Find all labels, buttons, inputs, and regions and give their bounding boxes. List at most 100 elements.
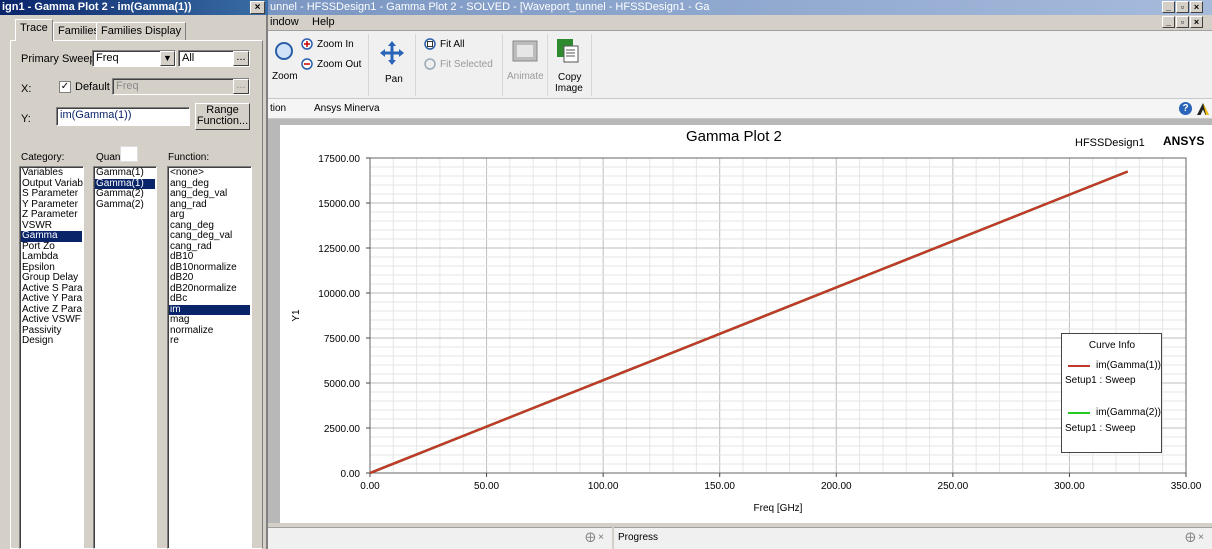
quantity-list-item[interactable]: Gamma(2) bbox=[95, 199, 155, 211]
progress-pane: Progress ⨁ × bbox=[614, 527, 1212, 549]
function-list-item[interactable]: arg bbox=[169, 209, 250, 221]
zoom-button[interactable] bbox=[270, 37, 294, 70]
ribbon-toolbar: Zoom Zoom In Zoom Out Pan Fit All Fit Se… bbox=[262, 31, 1212, 99]
x-label: X: bbox=[21, 83, 32, 95]
default-x-checkbox[interactable]: ✓ bbox=[59, 81, 71, 93]
progress-pin-close[interactable]: ⨁ × bbox=[1185, 532, 1204, 543]
function-list-item[interactable]: <none> bbox=[169, 167, 250, 179]
function-list-item[interactable]: ang_deg_val bbox=[169, 188, 250, 200]
main-window-title: unnel - HFSSDesign1 - Gamma Plot 2 - SOL… bbox=[262, 0, 1212, 15]
y-tick-label: 0.00 bbox=[341, 469, 361, 480]
primary-sweep-label: Primary Sweep: bbox=[21, 53, 99, 65]
report-dialog: ign1 - Gamma Plot 2 - im(Gamma(1)) × Tra… bbox=[0, 0, 268, 549]
doc-minimize-button[interactable]: _ bbox=[1162, 16, 1175, 28]
menu-window[interactable]: indow bbox=[270, 16, 299, 28]
function-list-item[interactable]: re bbox=[169, 335, 250, 347]
magnifier-icon bbox=[275, 42, 293, 60]
zoom-out-button[interactable]: Zoom Out bbox=[301, 58, 361, 71]
y-axis-label: Y1 bbox=[291, 309, 302, 322]
ribbon-separator bbox=[415, 34, 416, 96]
y-expression-field[interactable]: im(Gamma(1)) bbox=[56, 107, 190, 126]
function-list-item[interactable]: dBc bbox=[169, 293, 250, 305]
doc-close-button[interactable]: × bbox=[1190, 16, 1203, 28]
function-list-item[interactable]: mag bbox=[169, 314, 250, 326]
quantity-filter-box[interactable] bbox=[120, 146, 138, 162]
category-list[interactable]: Variables Output Variab S Parameter Y Param… bbox=[19, 166, 84, 549]
ribbon-separator bbox=[502, 34, 503, 96]
tab-families-display[interactable]: Families Display bbox=[96, 22, 187, 40]
x-tick-label: 50.00 bbox=[474, 481, 499, 492]
menu-help[interactable]: Help bbox=[312, 16, 335, 28]
quantity-list-item[interactable]: Gamma(1) bbox=[95, 167, 155, 179]
copy-image-button[interactable] bbox=[556, 38, 580, 67]
ribbon-separator bbox=[591, 34, 592, 96]
fit-selected-button[interactable]: Fit Selected bbox=[424, 58, 493, 71]
dialog-close-button[interactable]: × bbox=[250, 1, 265, 14]
y-label: Y: bbox=[21, 113, 31, 125]
y-tick-label: 12500.00 bbox=[318, 244, 360, 255]
zoom-in-label: Zoom In bbox=[317, 39, 354, 50]
pan-arrows-icon bbox=[380, 41, 404, 65]
restore-button[interactable]: ▫ bbox=[1176, 1, 1189, 13]
category-list-item[interactable]: Group Delay bbox=[21, 272, 82, 284]
ribbon-tab-automation[interactable]: tion bbox=[270, 103, 286, 114]
copy-image-icon bbox=[557, 39, 579, 63]
category-list-item[interactable]: Design bbox=[21, 335, 82, 347]
legend-series-1-name: im(Gamma(1)) bbox=[1096, 360, 1161, 371]
fit-selected-label: Fit Selected bbox=[440, 59, 493, 70]
close-window-button[interactable]: × bbox=[1190, 1, 1203, 13]
category-list-item[interactable]: S Parameter bbox=[21, 188, 82, 200]
pane-pin-close[interactable]: ⨁ × bbox=[585, 532, 604, 543]
function-list-item[interactable]: dB20 bbox=[169, 272, 250, 284]
function-list-item[interactable]: normalize bbox=[169, 325, 250, 337]
x-value: Freq bbox=[116, 80, 139, 92]
filmstrip-icon bbox=[512, 40, 538, 62]
y-tick-label: 17500.00 bbox=[318, 154, 360, 165]
pan-label: Pan bbox=[385, 74, 403, 85]
animate-button[interactable] bbox=[512, 38, 538, 67]
sweep-all-value: All bbox=[182, 52, 195, 64]
ribbon-tab-ansys-minerva[interactable]: Ansys Minerva bbox=[314, 103, 380, 114]
function-label: Function: bbox=[168, 152, 210, 163]
sweep-values-ellipsis-button[interactable]: ... bbox=[233, 51, 249, 66]
range-function-button[interactable]: Range Function... bbox=[195, 103, 250, 130]
x-tick-label: 100.00 bbox=[588, 481, 619, 492]
category-list-item[interactable]: Variables bbox=[21, 167, 82, 179]
category-list-item[interactable]: Active Y Para bbox=[21, 293, 82, 305]
ribbon-separator bbox=[368, 34, 369, 96]
doc-restore-button[interactable]: ▫ bbox=[1176, 16, 1189, 28]
x-ellipsis-button: ... bbox=[233, 79, 249, 94]
category-list-item[interactable]: Lambda bbox=[21, 251, 82, 263]
legend-title: Curve Info bbox=[1088, 340, 1136, 351]
legend-series-2-name: im(Gamma(2)) bbox=[1096, 407, 1161, 418]
function-list-item[interactable]: cang_deg_val bbox=[169, 230, 250, 242]
minimize-button[interactable]: _ bbox=[1162, 1, 1175, 13]
help-icon[interactable]: ? bbox=[1179, 102, 1192, 115]
y-tick-label: 2500.00 bbox=[324, 424, 361, 435]
fit-selected-icon bbox=[424, 58, 436, 70]
animate-label: Animate bbox=[507, 71, 544, 82]
copy-image-label-2: Image bbox=[555, 83, 583, 94]
function-list-item[interactable]: dB10 bbox=[169, 251, 250, 263]
zoom-in-icon bbox=[301, 38, 313, 50]
function-list[interactable]: <none> ang_deg ang_deg_val ang_rad arg cang_d… bbox=[167, 166, 252, 549]
curve-info-legend[interactable]: Curve Info im(Gamma(1)) Setup1 : Sweep i… bbox=[1061, 333, 1162, 453]
quantity-list[interactable]: Gamma(1) Gamma(1) Gamma(2) Gamma(2) bbox=[93, 166, 157, 549]
progress-pane-title: Progress bbox=[618, 532, 659, 543]
pan-button[interactable] bbox=[378, 39, 406, 70]
quantity-list-item[interactable]: Gamma(2) bbox=[95, 188, 155, 200]
category-list-item[interactable]: Active VSWF bbox=[21, 314, 82, 326]
y-tick-label: 10000.00 bbox=[318, 289, 360, 300]
y-tick-label: 7500.00 bbox=[324, 334, 361, 345]
zoom-in-button[interactable]: Zoom In bbox=[301, 38, 354, 51]
category-list-item[interactable]: Gamma bbox=[21, 230, 82, 242]
tab-trace[interactable]: Trace bbox=[15, 19, 53, 41]
primary-sweep-value: Freq bbox=[96, 52, 119, 64]
copy-image-label-1: Copy bbox=[558, 72, 582, 83]
zoom-out-icon bbox=[301, 58, 313, 70]
fit-all-button[interactable]: Fit All bbox=[424, 38, 464, 51]
default-label: Default bbox=[75, 81, 110, 93]
zoom-label: Zoom bbox=[272, 71, 298, 82]
primary-sweep-dropdown-arrow[interactable]: ▼ bbox=[160, 51, 175, 66]
category-list-item[interactable]: Z Parameter bbox=[21, 209, 82, 221]
